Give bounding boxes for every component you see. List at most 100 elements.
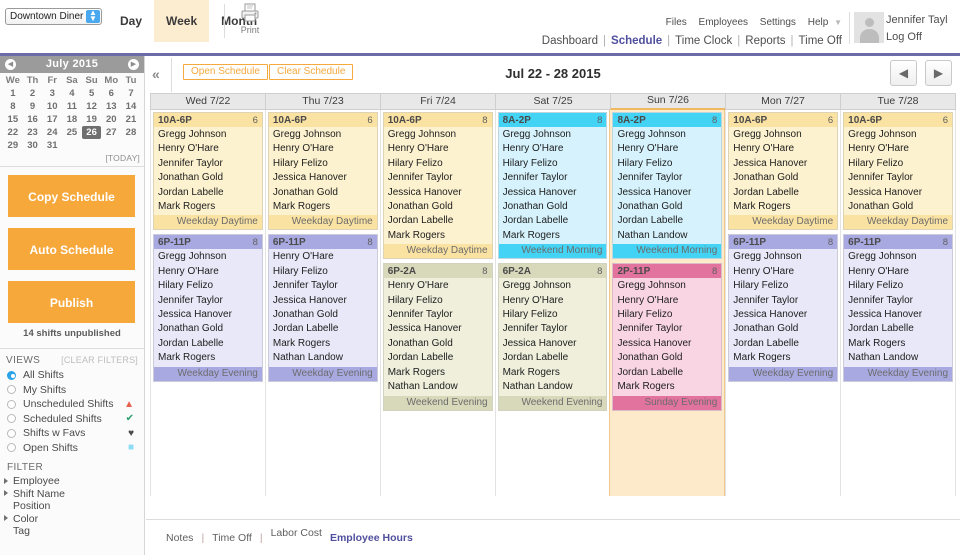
shift-employee[interactable]: Jonathan Gold xyxy=(388,337,488,351)
shift-employee[interactable]: Mark Rogers xyxy=(848,337,948,351)
shift-employee[interactable]: Gregg Johnson xyxy=(158,250,258,264)
shift-employee[interactable]: Gregg Johnson xyxy=(617,279,717,293)
nav-time-off[interactable]: Time Off xyxy=(799,35,842,47)
shift-block[interactable]: 6P-2A 8 Gregg Johnson Henry O'Hare Hilary Fe… xyxy=(497,263,608,411)
shift-employee[interactable]: Hilary Felizo xyxy=(388,294,488,308)
shift-employee[interactable]: Gregg Johnson xyxy=(388,128,488,142)
shift-employee[interactable]: Gregg Johnson xyxy=(503,128,603,142)
shift-employee[interactable]: Hilary Felizo xyxy=(503,157,603,171)
shift-employee[interactable]: Henry O'Hare xyxy=(388,279,488,293)
shift-employee[interactable]: Jonathan Gold xyxy=(388,200,488,214)
calendar-day-25[interactable]: 25 xyxy=(62,126,82,139)
shift-employee[interactable]: Jordan Labelle xyxy=(273,322,373,336)
nav-time-clock[interactable]: Time Clock xyxy=(675,35,732,47)
shift-employee[interactable]: Jessica Hanover xyxy=(273,171,373,185)
shift-employee[interactable]: Hilary Felizo xyxy=(617,157,717,171)
calendar-day-18[interactable]: 18 xyxy=(62,113,82,126)
shift-employee[interactable]: Gregg Johnson xyxy=(617,128,717,142)
shift-employee[interactable]: Jessica Hanover xyxy=(503,186,603,200)
calendar-day-28[interactable]: 28 xyxy=(121,126,141,139)
calendar-day-2[interactable]: 2 xyxy=(23,87,43,100)
shift-employee[interactable]: Jonathan Gold xyxy=(273,186,373,200)
shift-employee[interactable]: Henry O'Hare xyxy=(503,294,603,308)
shift-block[interactable]: 10A-6P 6 Gregg Johnson Henry O'Hare Jessica … xyxy=(728,112,839,231)
shift-employee[interactable]: Nathan Landow xyxy=(388,380,488,394)
calendar-day-23[interactable]: 23 xyxy=(23,126,43,139)
day-column-4[interactable]: 8A-2P 8 Gregg Johnson Henry O'Hare Hilary Fe… xyxy=(609,110,726,496)
shift-employee[interactable]: Henry O'Hare xyxy=(733,265,833,279)
shift-employee[interactable]: Nathan Landow xyxy=(273,351,373,365)
shift-employee[interactable]: Gregg Johnson xyxy=(733,250,833,264)
shift-employee[interactable]: Jennifer Taylor xyxy=(617,171,717,185)
day-column-0[interactable]: 10A-6P 6 Gregg Johnson Henry O'Hare Jennifer… xyxy=(150,110,265,496)
calendar-next-month-icon[interactable]: ▶ xyxy=(128,59,139,70)
shift-employee[interactable]: Jordan Labelle xyxy=(733,186,833,200)
shift-employee[interactable]: Jonathan Gold xyxy=(617,351,717,365)
shift-employee[interactable]: Jennifer Taylor xyxy=(503,171,603,185)
tab-day[interactable]: Day xyxy=(108,0,154,42)
shift-employee[interactable]: Jonathan Gold xyxy=(848,200,948,214)
next-week-button[interactable]: ▶ xyxy=(925,60,952,86)
shift-block[interactable]: 2P-11P 8 Gregg Johnson Henry O'Hare Hilary F… xyxy=(612,263,723,411)
shift-employee[interactable]: Jennifer Taylor xyxy=(388,308,488,322)
shift-employee[interactable]: Jennifer Taylor xyxy=(848,171,948,185)
shift-employee[interactable]: Jonathan Gold xyxy=(733,322,833,336)
shift-block[interactable]: 6P-11P 8 Gregg Johnson Henry O'Hare Hilary F… xyxy=(843,234,954,382)
shift-employee[interactable]: Henry O'Hare xyxy=(617,294,717,308)
shift-employee[interactable]: Henry O'Hare xyxy=(503,142,603,156)
calendar-prev-month-icon[interactable]: ◀ xyxy=(5,59,16,70)
shift-employee[interactable]: Jennifer Taylor xyxy=(158,157,258,171)
prev-week-button[interactable]: ◀ xyxy=(890,60,917,86)
day-column-6[interactable]: 10A-6P 6 Gregg Johnson Henry O'Hare Hilary F… xyxy=(840,110,957,496)
nav-schedule[interactable]: Schedule xyxy=(611,35,662,47)
calendar-day-22[interactable]: 22 xyxy=(3,126,23,139)
day-header-1[interactable]: Thu 7/23 xyxy=(265,93,380,110)
shift-employee[interactable]: Hilary Felizo xyxy=(733,279,833,293)
shift-employee[interactable]: Mark Rogers xyxy=(503,229,603,243)
shift-employee[interactable]: Jennifer Taylor xyxy=(848,294,948,308)
day-header-5[interactable]: Mon 7/27 xyxy=(725,93,840,110)
nav-files[interactable]: Files xyxy=(666,17,687,28)
calendar-day-19[interactable]: 19 xyxy=(82,113,102,126)
filter-position[interactable]: Position xyxy=(0,500,144,513)
log-off-link[interactable]: Log Off xyxy=(886,31,958,43)
shift-employee[interactable]: Jonathan Gold xyxy=(617,200,717,214)
shift-employee[interactable]: Mark Rogers xyxy=(733,351,833,365)
shift-employee[interactable]: Nathan Landow xyxy=(617,229,717,243)
shift-employee[interactable]: Jordan Labelle xyxy=(617,214,717,228)
shift-employee[interactable]: Hilary Felizo xyxy=(273,265,373,279)
shift-employee[interactable]: Jordan Labelle xyxy=(158,337,258,351)
day-column-5[interactable]: 10A-6P 6 Gregg Johnson Henry O'Hare Jessica … xyxy=(725,110,841,496)
shift-block[interactable]: 10A-6P 6 Gregg Johnson Henry O'Hare Hilary F… xyxy=(267,112,378,231)
shift-employee[interactable]: Jessica Hanover xyxy=(158,308,258,322)
calendar-day-3[interactable]: 3 xyxy=(42,87,62,100)
shift-employee[interactable]: Mark Rogers xyxy=(273,200,373,214)
day-column-3[interactable]: 8A-2P 8 Gregg Johnson Henry O'Hare Hilary Fe… xyxy=(494,110,610,496)
view-option-all-shifts[interactable]: All Shifts xyxy=(0,368,144,383)
shift-employee[interactable]: Jessica Hanover xyxy=(617,337,717,351)
shift-employee[interactable]: Jonathan Gold xyxy=(158,171,258,185)
calendar-day-14[interactable]: 14 xyxy=(121,100,141,113)
nav-employees[interactable]: Employees xyxy=(699,17,748,28)
print-button[interactable]: Print xyxy=(232,2,268,35)
shift-employee[interactable]: Hilary Felizo xyxy=(503,308,603,322)
shift-employee[interactable]: Hilary Felizo xyxy=(273,157,373,171)
shift-employee[interactable]: Jessica Hanover xyxy=(733,308,833,322)
shift-employee[interactable]: Henry O'Hare xyxy=(158,142,258,156)
shift-block[interactable]: 6P-11P 8 Henry O'Hare Hilary Felizo Jennifer… xyxy=(267,234,378,382)
nav-dashboard[interactable]: Dashboard xyxy=(542,35,598,47)
shift-employee[interactable]: Henry O'Hare xyxy=(273,142,373,156)
calendar-day-20[interactable]: 20 xyxy=(101,113,121,126)
calendar-day-21[interactable]: 21 xyxy=(121,113,141,126)
filter-employee[interactable]: Employee xyxy=(0,475,144,488)
shift-employee[interactable]: Mark Rogers xyxy=(388,366,488,380)
day-column-1[interactable]: 10A-6P 6 Gregg Johnson Henry O'Hare Hilary F… xyxy=(264,110,380,496)
shift-employee[interactable]: Jordan Labelle xyxy=(388,351,488,365)
shift-employee[interactable]: Jessica Hanover xyxy=(848,308,948,322)
calendar-day-12[interactable]: 12 xyxy=(82,100,102,113)
store-select[interactable]: Downtown Diner ▲ ▼ xyxy=(5,8,102,25)
calendar-day-27[interactable]: 27 xyxy=(101,126,121,139)
calendar-day-10[interactable]: 10 xyxy=(42,100,62,113)
shift-block[interactable]: 10A-6P 6 Gregg Johnson Henry O'Hare Hilary F… xyxy=(843,112,954,231)
shift-employee[interactable]: Henry O'Hare xyxy=(848,142,948,156)
